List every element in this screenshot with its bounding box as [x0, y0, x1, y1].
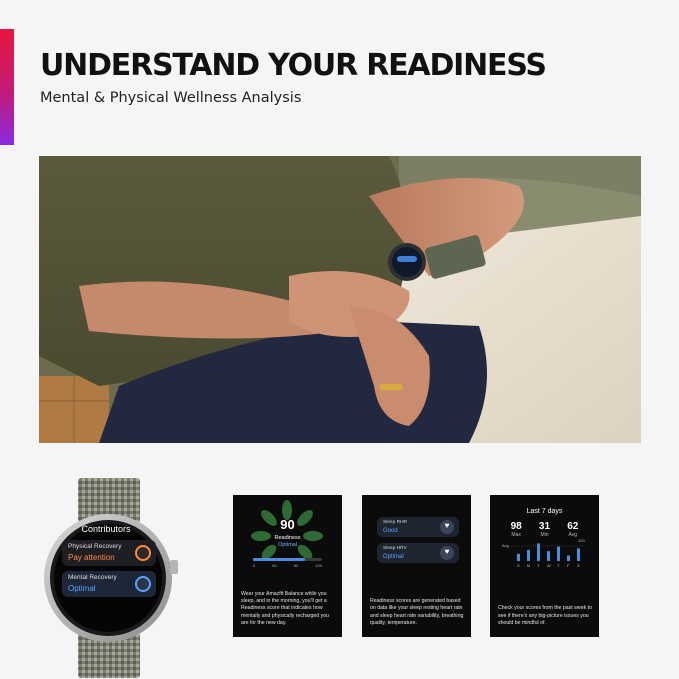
- scale-tick: 60: [272, 563, 277, 568]
- card-value: Optimal: [383, 554, 404, 560]
- day-label: M: [527, 563, 530, 568]
- watch-title: Contributors: [81, 524, 131, 534]
- weekly-description: Check your scores from the past week to …: [498, 605, 592, 626]
- scale-tick: 80: [293, 563, 299, 568]
- bar-2: [537, 543, 540, 561]
- readiness-scale: [253, 558, 322, 561]
- accent-bar: [0, 29, 14, 145]
- watch-item-label: Physical Recovery: [68, 543, 122, 550]
- stat-value: 98: [510, 521, 522, 532]
- watch-item-value: Pay attention: [68, 553, 115, 562]
- stat-value: 31: [538, 521, 551, 532]
- sleep-rhr-card[interactable]: Sleep RHR Good ♥: [377, 517, 459, 537]
- day-label: S: [517, 563, 520, 568]
- sleep-hrv-card[interactable]: Sleep HRV Optimal ♥: [377, 543, 459, 563]
- sleep-description: Readiness scores are generated based on …: [370, 598, 464, 626]
- day-label: T: [557, 563, 560, 568]
- readiness-status: Optimal: [278, 542, 297, 548]
- watch-item-value: Optimal: [68, 584, 96, 593]
- bar-6: [577, 548, 580, 561]
- heart-pulse-icon: ♥: [440, 546, 454, 560]
- running-person-icon: [135, 545, 151, 561]
- stat-max: 98 Max: [511, 521, 522, 538]
- watch-item-label: Mental Recovery: [68, 574, 117, 581]
- bar-0: [517, 553, 520, 561]
- page-title: UNDERSTAND YOUR READINESS: [40, 48, 547, 83]
- scale-tick: 100: [315, 563, 322, 568]
- watch-screen: Contributors Physical Recovery Pay atten…: [62, 524, 156, 597]
- bar-1: [527, 549, 530, 561]
- card-label: Sleep RHR: [383, 520, 407, 525]
- day-label: T: [537, 563, 540, 568]
- brain-pin-icon: [135, 576, 151, 592]
- bar-5: [567, 555, 570, 561]
- readiness-score: 90: [280, 517, 295, 532]
- scale-ticks: 0 60 80 100: [253, 563, 322, 568]
- stat-min: 31 Min: [539, 521, 550, 538]
- weekly-stats: 98 Max 31 Min 62 Avg: [502, 521, 587, 538]
- day-label: F: [567, 563, 570, 568]
- readiness-label: Readiness: [274, 535, 301, 541]
- axis-label-avg: Avg: [502, 543, 509, 548]
- heart-icon: ♥: [440, 520, 454, 534]
- watch-item-physical[interactable]: Physical Recovery Pay attention: [62, 540, 156, 566]
- axis-label-max: 100: [578, 538, 585, 543]
- day-label: W: [547, 563, 551, 568]
- day-label: S: [577, 563, 580, 568]
- watch-item-mental[interactable]: Mental Recovery Optimal: [62, 571, 156, 597]
- sleep-metrics-screen: Sleep RHR Good ♥ Sleep HRV Optimal ♥ Rea…: [362, 495, 471, 637]
- card-label: Sleep HRV: [383, 546, 407, 551]
- readiness-score-screen: 90 Readiness Optimal 0 60 80 100 Wear yo…: [233, 495, 342, 637]
- stat-avg: 62 Avg: [567, 521, 578, 538]
- scale-tick: 0: [253, 563, 256, 568]
- bar-3: [547, 551, 550, 561]
- page-subtitle: Mental & Physical Wellness Analysis: [40, 90, 302, 106]
- weekly-title: Last 7 days: [526, 508, 563, 515]
- bar-4: [557, 546, 560, 561]
- weekly-bar-chart: Avg 100 S M T W T F S: [502, 538, 586, 568]
- hero-photo: [39, 156, 641, 443]
- card-value: Good: [383, 528, 398, 534]
- stat-value: 62: [567, 521, 579, 532]
- weekly-trend-screen: Last 7 days 98 Max 31 Min 62 Avg Avg 100…: [490, 495, 599, 637]
- readiness-description: Wear your Amazfit Balance while you slee…: [241, 590, 329, 626]
